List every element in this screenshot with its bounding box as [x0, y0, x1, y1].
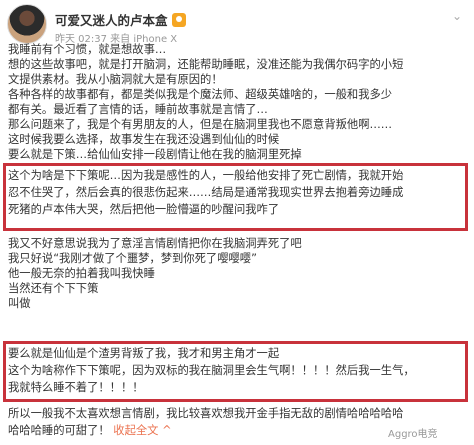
post-text-line: 他一般无奈的拍着我叫我快睡 — [8, 267, 155, 280]
post-text-line: 要么就是仙仙是个渣男背叛了我，我才和男主角才一起 — [8, 347, 280, 360]
post-text-line: 各种各样的故事都有，都是类似我是个魔法师、超级英雄啥的，一般和我多少 — [8, 88, 393, 101]
post-text-line: 叫做 — [8, 297, 31, 310]
post-text-line: 这个为啥是下下策呢…因为我是感性的人，一般给他安排了死亡剧情，我就开始 — [8, 169, 404, 182]
collapse-text-link[interactable]: 收起全文 ^ — [113, 424, 171, 437]
post-text-line: 都有关。最近看了言情的话，睡前故事就是言情了… — [8, 103, 268, 116]
post-text-line: 死猪的卢本伟大哭，然后把他一脸懵逼的吵醒问我咋了 — [8, 203, 280, 216]
post-text-line: 我睡前有个习惯，就是想故事… — [8, 43, 167, 56]
watermark: Aggro电竞 — [388, 429, 438, 440]
chevron-up-icon: ^ — [162, 424, 172, 437]
post-text-line: 忍不住哭了，然后会真的很悲伤起来……结局是通常我现实世界去抱着旁边睡成 — [8, 186, 404, 199]
post-text-line: 那么问题来了，我是个有男朋友的人，但是在脑洞里我也不愿意背叛他啊…… — [8, 118, 393, 131]
chevron-down-icon[interactable]: ⌄ — [452, 9, 462, 23]
post-text-line: 要么就是下策…给仙仙安排一段剧情让他在我的脑洞里死掉 — [8, 148, 302, 161]
post-text-line: 想的这些故事吧，就是打开脑洞，还能帮助睡眠，没准还能为我偶尔码字的小短 — [8, 58, 404, 71]
verified-badge-icon — [171, 13, 186, 27]
post-text-line: 文提供素材。我从小脑洞就大是有原因的！ — [8, 73, 223, 86]
avatar[interactable] — [7, 4, 47, 44]
post-text-line: 我只好说“我刚才做了个噩梦，梦到你死了嘤嘤嘤” — [8, 252, 257, 265]
post-text-line: 当然还有个下下策 — [8, 282, 99, 295]
username[interactable]: 可爱又迷人的卢本盒 — [55, 10, 186, 29]
post-text-line: 这个为啥称作下下策呢，因为双标的我在脑洞里会生气啊！！！！然后我一生气， — [8, 364, 415, 377]
post-text-line: 我就特么睡不着了！！！！ — [8, 381, 144, 394]
post-text-line: 这时候我要么选择，故事发生在我还没遇到仙仙的时候 — [8, 133, 280, 146]
weibo-post: 可爱又迷人的卢本盒 昨天 02:37 来自 iPhone X ⌄ 我睡前有个习惯… — [0, 0, 474, 445]
post-text-line: 所以一般我不太喜欢想言情剧，我比较喜欢想我开金手指无敌的剧情哈哈哈哈哈 — [8, 407, 404, 420]
post-text-line: 哈哈哈睡的可甜了！ 收起全文 ^ — [8, 424, 172, 437]
post-text-line: 我又不好意思说我为了意淫言情剧情把你在我脑洞弄死了吧 — [8, 237, 302, 250]
